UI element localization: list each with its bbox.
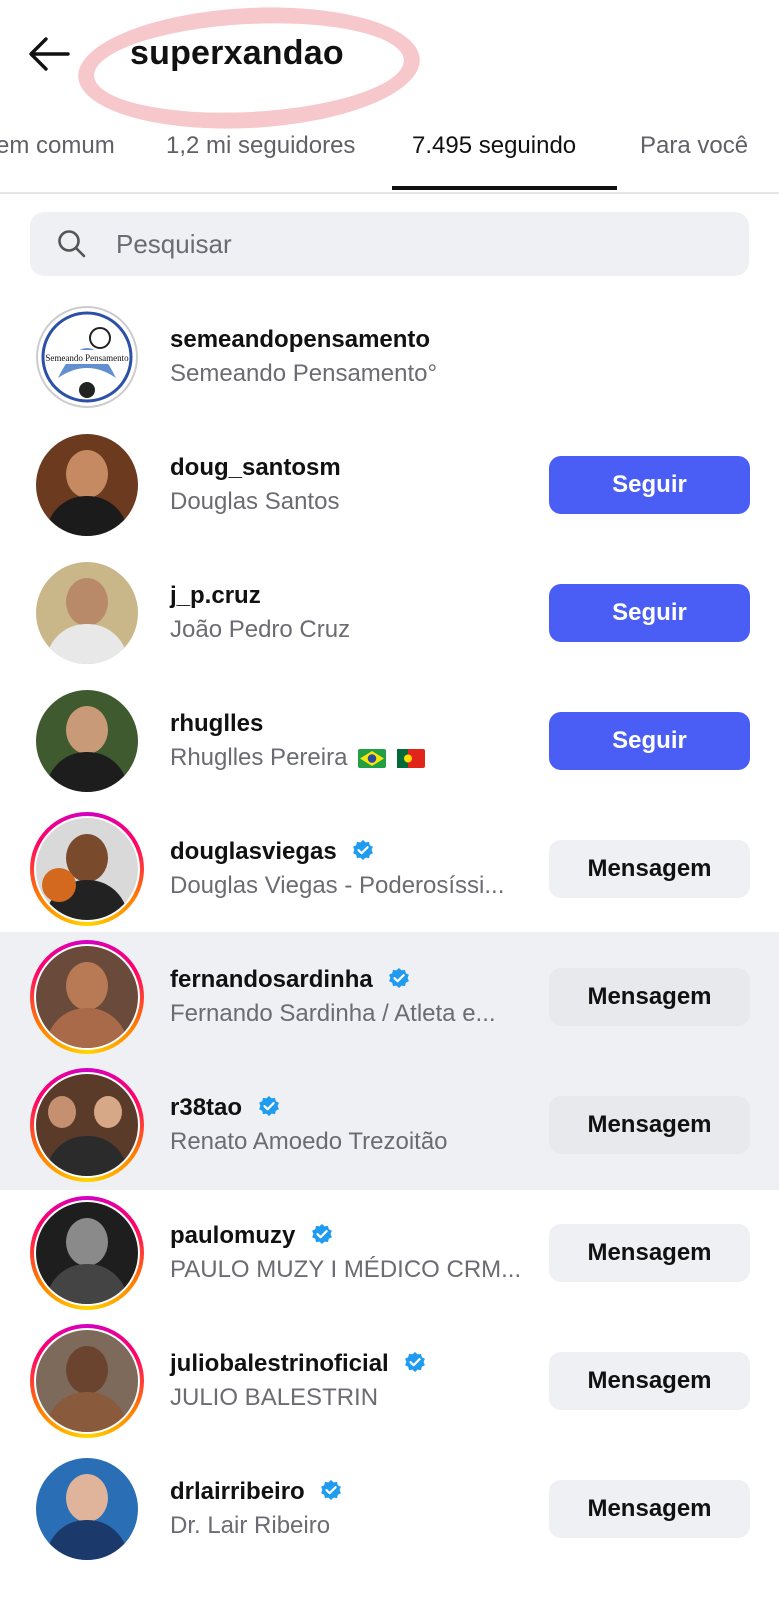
verified-badge-icon [258,1096,279,1116]
list-item[interactable]: paulomuzy PAULO MUZY I MÉDICO CRM... Men… [0,1188,779,1318]
full-name: Semeando Pensamento° [170,360,438,387]
full-name: Renato Amoedo Trezoitão [170,1128,448,1155]
list-item[interactable]: r38tao Renato Amoedo Trezoitão Mensagem [0,1060,779,1190]
username[interactable]: semeandopensamento [170,326,430,354]
full-name: João Pedro Cruz [170,616,351,643]
tab-mutual[interactable]: em comum [0,132,115,160]
search-icon [58,230,86,258]
list-item[interactable]: fernandosardinha Fernando Sardinha / Atl… [0,932,779,1062]
message-button[interactable]: Mensagem [549,968,750,1026]
avatar[interactable] [36,690,138,792]
search-input[interactable]: Pesquisar [30,212,749,276]
avatar[interactable] [30,1324,144,1438]
username[interactable]: douglasviegas [170,838,337,865]
list-item[interactable]: j_p.cruz João Pedro Cruz Seguir [0,548,779,678]
username[interactable]: juliobalestrinoficial [170,1350,389,1377]
avatar[interactable] [30,940,144,1054]
top-bar: superxandao [0,0,779,137]
list-item[interactable]: drlairribeiro Dr. Lair Ribeiro Mensagem [0,1444,779,1574]
back-button[interactable] [26,34,72,74]
avatar[interactable] [30,812,144,926]
message-button[interactable]: Mensagem [549,1224,750,1282]
list-item[interactable]: doug_santosm Douglas Santos Seguir [0,420,779,550]
username-container[interactable]: r38tao [170,1094,281,1122]
avatar[interactable] [36,1458,138,1560]
verified-badge-icon [389,968,410,988]
username[interactable]: j_p.cruz [170,582,261,610]
full-name: PAULO MUZY I MÉDICO CRM... [170,1256,522,1283]
username[interactable]: doug_santosm [170,454,341,482]
username-container[interactable]: drlairribeiro [170,1478,343,1506]
full-name: Douglas Santos [170,488,340,515]
message-button[interactable]: Mensagem [549,1480,750,1538]
tab-for-you[interactable]: Para você [640,132,748,160]
username[interactable]: rhuglles [170,710,263,738]
full-name-container: Rhuglles Pereira [170,744,425,772]
username[interactable]: fernandosardinha [170,966,373,993]
list-item[interactable]: juliobalestrinoficial JULIO BALESTRIN Me… [0,1316,779,1446]
username-container[interactable]: juliobalestrinoficial [170,1350,427,1378]
list-item[interactable]: rhuglles Rhuglles Pereira Seguir [0,676,779,806]
follow-button[interactable]: Seguir [549,456,750,514]
full-name: JULIO BALESTRIN [170,1384,379,1411]
follow-button[interactable]: Seguir [549,712,750,770]
list-item[interactable]: douglasviegas Douglas Viegas - Poderosís… [0,804,779,934]
verified-badge-icon [321,1480,342,1500]
flag-portugal-icon [396,749,425,768]
message-button[interactable]: Mensagem [549,840,750,898]
semeando-logo: Semeando Pensamento [41,311,133,403]
flag-brazil-icon [358,749,387,768]
message-button[interactable]: Mensagem [549,1096,750,1154]
message-button[interactable]: Mensagem [549,1352,750,1410]
search-placeholder: Pesquisar [116,229,232,259]
svg-text:Semeando Pensamento: Semeando Pensamento [45,353,129,363]
avatar[interactable]: Semeando Pensamento [36,306,138,408]
verified-badge-icon [312,1224,332,1244]
full-name: Fernando Sardinha / Atleta e... [170,1000,496,1027]
arrow-left-icon [29,37,70,71]
username-container[interactable]: fernandosardinha [170,966,411,994]
follow-tabs: em comum 1,2 mi seguidores 7.495 seguind… [0,118,779,194]
verified-badge-icon [405,1352,426,1372]
tab-followers[interactable]: 1,2 mi seguidores [166,132,355,160]
avatar[interactable] [30,1068,144,1182]
active-tab-indicator [392,186,617,190]
full-name: Douglas Viegas - Poderosíssi... [170,872,505,899]
username-container[interactable]: paulomuzy [170,1222,334,1250]
avatar[interactable] [36,562,138,664]
follow-button[interactable]: Seguir [549,584,750,642]
username[interactable]: paulomuzy [170,1222,295,1249]
verified-badge-icon [353,840,374,860]
username[interactable]: r38tao [170,1094,242,1121]
full-name: Dr. Lair Ribeiro [170,1512,331,1539]
list-item[interactable]: Semeando Pensamento semeandopensamento S… [0,292,779,422]
avatar[interactable] [30,1196,144,1310]
profile-username-title: superxandao [130,34,344,72]
username[interactable]: drlairribeiro [170,1478,305,1505]
tab-following[interactable]: 7.495 seguindo [412,132,576,160]
username-container[interactable]: douglasviegas [170,838,375,866]
full-name: Rhuglles Pereira [170,744,348,771]
avatar[interactable] [36,434,138,536]
